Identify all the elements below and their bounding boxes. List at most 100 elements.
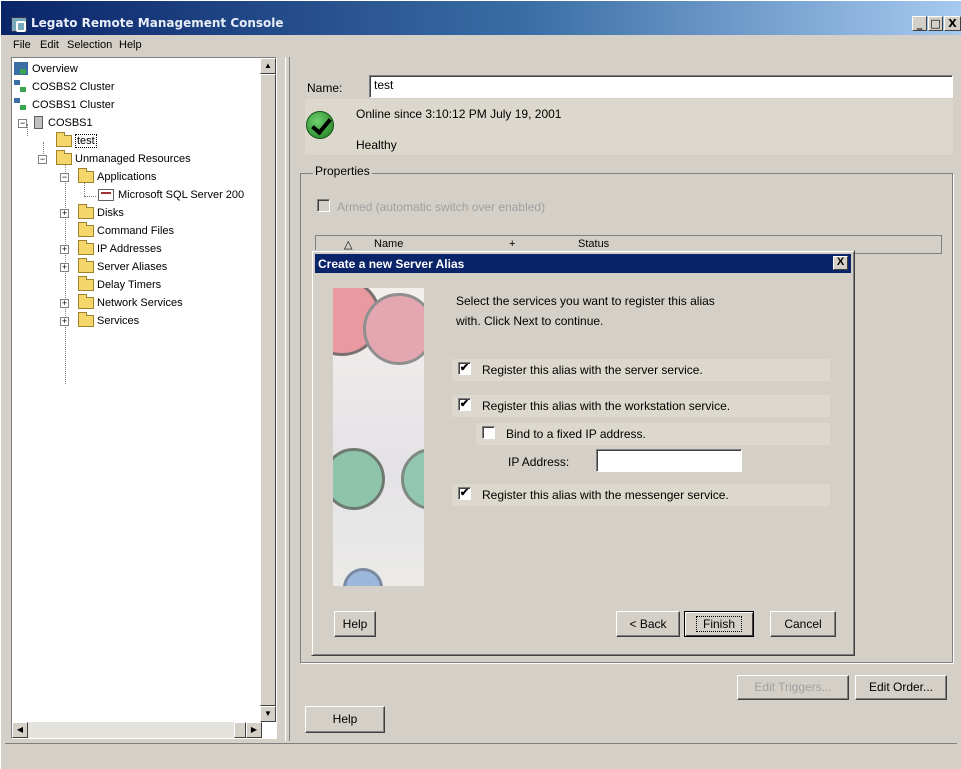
title-bar[interactable]: Legato Remote Management Console _ □ X: [1, 1, 961, 35]
tree-line: [43, 142, 44, 154]
ip-address-input[interactable]: [596, 449, 742, 472]
minimize-button[interactable]: _: [912, 16, 927, 31]
scroll-right-icon[interactable]: ▶: [246, 722, 262, 738]
tree-item-cosbs2-cluster[interactable]: COSBS2 Cluster: [14, 78, 115, 95]
scroll-left-icon[interactable]: ◀: [12, 722, 28, 738]
lens-shape: [363, 293, 424, 365]
option-bind-ip[interactable]: Bind to a fixed IP address.: [476, 423, 830, 445]
server-service-label: Register this alias with the server serv…: [482, 363, 703, 377]
dialog-title-bar[interactable]: Create a new Server Alias X: [315, 254, 851, 273]
resource-tree[interactable]: Overview COSBS2 Cluster COSBS1 Cluster −…: [11, 57, 277, 739]
folder-icon: [78, 257, 94, 273]
menu-file[interactable]: File: [13, 39, 31, 51]
tree-vertical-scrollbar[interactable]: ▲ ▼: [260, 58, 276, 722]
tree-line: [65, 160, 66, 384]
scroll-thumb[interactable]: [260, 74, 276, 706]
workstation-service-checkbox[interactable]: ✔: [458, 398, 471, 411]
menu-edit[interactable]: Edit: [40, 39, 59, 51]
tree-item-cosbs1[interactable]: COSBS1: [34, 114, 93, 131]
expand-icon[interactable]: +: [60, 263, 69, 272]
folder-icon: [78, 239, 94, 255]
option-workstation-service[interactable]: ✔ Register this alias with the workstati…: [452, 395, 830, 417]
tree-item-label: Server Aliases: [97, 260, 168, 273]
folder-icon: [78, 311, 94, 327]
tree-item-services[interactable]: Services: [78, 311, 140, 329]
name-label: Name:: [307, 81, 343, 95]
properties-title: Properties: [313, 164, 372, 178]
option-server-service[interactable]: ✔ Register this alias with the server se…: [452, 359, 830, 381]
menu-help[interactable]: Help: [119, 39, 142, 51]
lens-shape: [343, 568, 383, 586]
tree-item-label: COSBS1 Cluster: [32, 98, 115, 111]
option-messenger-service[interactable]: ✔ Register this alias with the messenger…: [452, 484, 830, 506]
scroll-up-icon[interactable]: ▲: [260, 58, 276, 74]
status-bar: [5, 743, 957, 765]
server-alias-dialog: Create a new Server Alias X Select the s…: [311, 250, 855, 656]
app-icon: [11, 17, 27, 32]
tree-item-label: Microsoft SQL Server 200: [118, 188, 245, 201]
health-status-text: Healthy: [356, 138, 397, 152]
tree-item-sql-server[interactable]: Microsoft SQL Server 200: [98, 186, 244, 203]
folder-icon: [78, 293, 94, 309]
tree-item-label: Command Files: [97, 224, 175, 237]
lens-shape: [401, 448, 424, 510]
dialog-help-button[interactable]: Help: [334, 611, 376, 637]
tree-item-command-files[interactable]: Command Files: [78, 221, 175, 239]
folder-icon: [78, 275, 94, 291]
tree-item-network-services[interactable]: Network Services: [78, 293, 183, 311]
expand-icon[interactable]: +: [60, 245, 69, 254]
cancel-button[interactable]: Cancel: [770, 611, 836, 637]
collapse-icon[interactable]: −: [38, 155, 47, 164]
close-button[interactable]: X: [944, 16, 961, 31]
tree-item-label: Overview: [32, 62, 78, 75]
folder-icon: [78, 203, 94, 219]
column-status[interactable]: Status: [578, 238, 609, 250]
collapse-icon[interactable]: −: [60, 173, 69, 182]
instructions-line-1: Select the services you want to register…: [456, 294, 715, 308]
scroll-down-icon[interactable]: ▼: [260, 706, 276, 722]
pane-splitter[interactable]: [285, 57, 290, 741]
maximize-button[interactable]: □: [928, 16, 943, 31]
scroll-thumb[interactable]: [234, 722, 246, 738]
instructions-line-2: with. Click Next to continue.: [456, 314, 604, 328]
server-service-checkbox[interactable]: ✔: [458, 362, 471, 375]
tree-item-delay-timers[interactable]: Delay Timers: [78, 275, 161, 293]
tree-item-test[interactable]: test: [56, 131, 97, 149]
tree-item-disks[interactable]: Disks: [78, 203, 124, 221]
wizard-illustration: [333, 288, 424, 586]
tree-item-unmanaged-resources[interactable]: Unmanaged Resources: [56, 149, 191, 167]
tree-item-label: COSBS2 Cluster: [32, 80, 115, 93]
tree-item-cosbs1-cluster[interactable]: COSBS1 Cluster: [14, 96, 115, 113]
dialog-title: Create a new Server Alias: [318, 257, 465, 271]
edit-order-button[interactable]: Edit Order...: [855, 675, 947, 700]
dialog-close-button[interactable]: X: [833, 256, 848, 270]
tree-item-overview[interactable]: Overview: [14, 60, 78, 77]
main-window: Legato Remote Management Console _ □ X F…: [0, 0, 961, 769]
expand-icon[interactable]: +: [60, 209, 69, 218]
tree-line: [27, 124, 28, 136]
edit-triggers-button[interactable]: Edit Triggers...: [737, 675, 849, 700]
tree-horizontal-scrollbar[interactable]: ◀ ▶: [12, 722, 262, 738]
tree-item-server-aliases[interactable]: Server Aliases: [78, 257, 168, 275]
messenger-service-checkbox[interactable]: ✔: [458, 487, 471, 500]
bind-ip-checkbox[interactable]: [482, 426, 495, 439]
help-button[interactable]: Help: [305, 706, 385, 733]
collapse-icon[interactable]: −: [18, 119, 27, 128]
column-plus[interactable]: +: [509, 238, 515, 250]
finish-button[interactable]: Finish: [684, 611, 754, 637]
armed-checkbox[interactable]: [317, 199, 330, 212]
menu-selection[interactable]: Selection: [67, 39, 112, 51]
expand-icon[interactable]: +: [60, 299, 69, 308]
tree-item-label: Applications: [97, 170, 157, 183]
expand-icon[interactable]: +: [60, 317, 69, 326]
back-button[interactable]: < Back: [616, 611, 680, 637]
column-name[interactable]: Name: [374, 238, 403, 250]
tree-line: [84, 196, 96, 197]
folder-icon: [78, 167, 94, 183]
tree-item-label: Services: [97, 314, 140, 327]
workstation-service-label: Register this alias with the workstation…: [482, 399, 731, 413]
tree-item-ip-addresses[interactable]: IP Addresses: [78, 239, 162, 257]
name-field[interactable]: test: [369, 75, 953, 98]
tree-item-applications[interactable]: Applications: [78, 167, 157, 185]
cluster-icon: [14, 98, 28, 111]
